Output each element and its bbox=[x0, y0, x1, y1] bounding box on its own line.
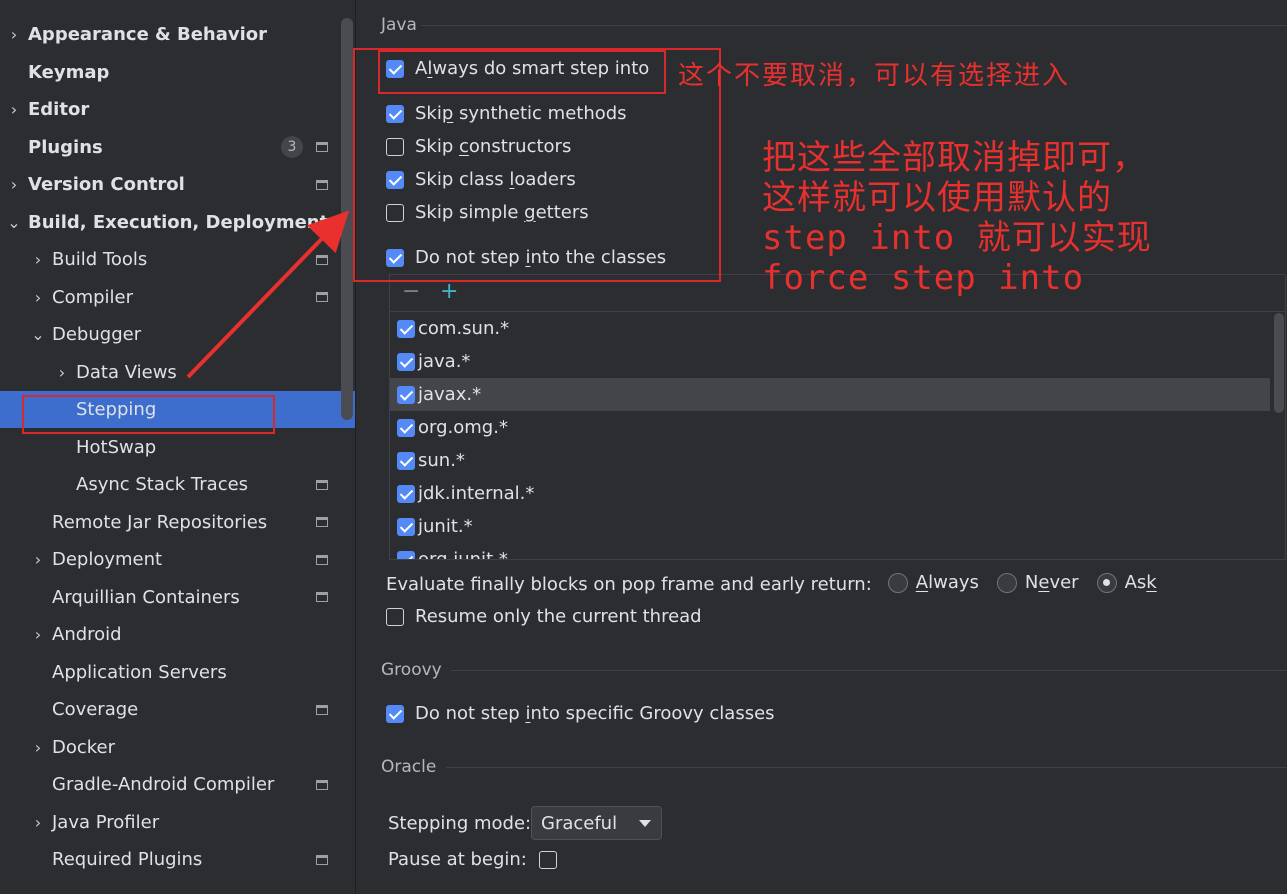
arrow-line bbox=[186, 210, 350, 379]
annotation-note-uncheck: 把这些全部取消掉即可， 这样就可以使用默认的 step into 就可以实现 f… bbox=[762, 138, 1152, 298]
annotation-line: step into 就可以实现 bbox=[762, 218, 1152, 258]
annotation-line: 把这些全部取消掉即可， bbox=[762, 138, 1147, 178]
annotation-line: force step into bbox=[762, 258, 1085, 298]
annotation-line: 这样就可以使用默认的 bbox=[762, 178, 1112, 218]
annotation-arrow bbox=[186, 210, 350, 379]
annotation-note-keep: 这个不要取消，可以有选择进入 bbox=[678, 61, 1071, 91]
